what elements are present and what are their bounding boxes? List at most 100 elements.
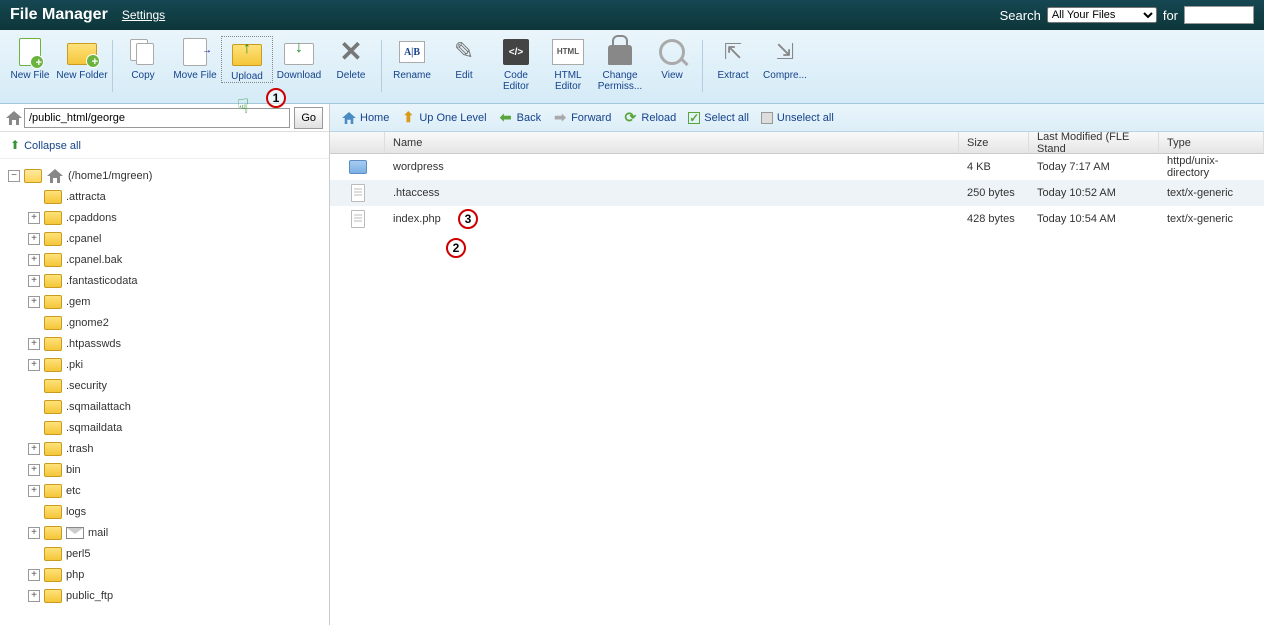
tree-item[interactable]: +.cpanel [4, 228, 325, 249]
col-name[interactable]: Name [385, 132, 959, 153]
tree-root[interactable]: − (/home1/mgreen) [4, 165, 325, 186]
tree-item[interactable]: .sqmailattach [4, 396, 325, 417]
tree-item-label: .htpasswds [66, 338, 121, 350]
search-input[interactable] [1184, 6, 1254, 24]
tree-item-label: public_ftp [66, 590, 113, 602]
tree-item[interactable]: + .cpaddons [4, 207, 325, 228]
table-row[interactable]: .htaccess250 bytesToday 10:52 AMtext/x-g… [330, 180, 1264, 206]
table-row[interactable]: index.php428 bytesToday 10:54 AMtext/x-g… [330, 206, 1264, 232]
go-button[interactable]: Go [294, 107, 323, 129]
folder-open-icon [24, 169, 42, 183]
change-permissions-button[interactable]: Change Permiss... [594, 36, 646, 92]
folder-icon [44, 337, 62, 351]
tree-item[interactable]: + .pki [4, 354, 325, 375]
expand-toggle[interactable]: + [28, 590, 40, 602]
expand-toggle[interactable]: + [28, 275, 40, 287]
folder-icon [44, 379, 62, 393]
code-editor-button[interactable]: </>Code Editor [490, 36, 542, 92]
tree-item-label: .cpaddons [66, 212, 117, 224]
mail-icon [66, 527, 84, 539]
new-folder-button[interactable]: New Folder [56, 36, 108, 81]
copy-button[interactable]: Copy [117, 36, 169, 81]
html-editor-button[interactable]: HTMLHTML Editor [542, 36, 594, 92]
compress-icon: ⇲ [776, 40, 794, 64]
delete-button[interactable]: ✕Delete [325, 36, 377, 81]
col-icon[interactable] [330, 132, 385, 153]
collapse-all-button[interactable]: ⬆Collapse all [0, 132, 329, 159]
settings-link[interactable]: Settings [122, 8, 165, 22]
view-button[interactable]: View [646, 36, 698, 81]
tree-item[interactable]: + etc [4, 480, 325, 501]
for-label: for [1163, 8, 1178, 23]
expand-toggle[interactable]: + [28, 254, 40, 266]
expand-toggle[interactable]: + [28, 359, 40, 371]
tree-item[interactable]: + .htpasswds [4, 333, 325, 354]
expand-toggle[interactable]: + [28, 296, 40, 308]
home-button[interactable]: Home [338, 109, 393, 127]
forward-button[interactable]: ➡Forward [549, 109, 615, 127]
tree-item[interactable]: .gnome2 [4, 312, 325, 333]
reload-icon: ⟳ [623, 111, 637, 125]
select-all-button[interactable]: ✓Select all [684, 110, 753, 126]
col-modified[interactable]: Last Modified (FLE Stand [1029, 132, 1159, 153]
reload-button[interactable]: ⟳Reload [619, 109, 680, 127]
extract-button[interactable]: ⇱Extract [707, 36, 759, 81]
expand-toggle[interactable]: + [28, 443, 40, 455]
tree-root-label: (/home1/mgreen) [68, 170, 152, 182]
delete-icon: ✕ [339, 37, 362, 68]
tree-item[interactable]: +.fantasticodata [4, 270, 325, 291]
col-size[interactable]: Size [959, 132, 1029, 153]
extract-icon: ⇱ [724, 40, 742, 64]
expand-toggle[interactable]: − [8, 170, 20, 182]
tree-item[interactable]: +.trash [4, 438, 325, 459]
upload-button[interactable]: Upload [221, 36, 273, 83]
tree-item[interactable]: .attracta [4, 186, 325, 207]
tree-item[interactable]: +bin [4, 459, 325, 480]
tree-item[interactable]: + public_ftp [4, 585, 325, 606]
tree-item[interactable]: + .gem [4, 291, 325, 312]
tree-item[interactable]: .security [4, 375, 325, 396]
table-row[interactable]: wordpress4 KBToday 7:17 AMhttpd/unix-dir… [330, 154, 1264, 180]
col-type[interactable]: Type [1159, 132, 1264, 153]
path-input[interactable] [24, 108, 290, 128]
tree-item[interactable]: +.cpanel.bak [4, 249, 325, 270]
expand-toggle[interactable]: + [28, 569, 40, 581]
cell-size: 4 KB [959, 161, 1029, 173]
back-button[interactable]: ⬅Back [495, 109, 545, 127]
left-panel: Go ⬆Collapse all − (/home1/mgreen) .attr… [0, 104, 330, 625]
tree-item[interactable]: perl5 [4, 543, 325, 564]
cell-name: wordpress [385, 161, 959, 173]
expand-toggle [28, 317, 40, 329]
collapse-arrow-icon: ⬆ [10, 138, 20, 152]
new-file-icon [19, 38, 41, 66]
cell-type: httpd/unix-directory [1159, 155, 1264, 179]
new-file-button[interactable]: New File [4, 36, 56, 81]
expand-toggle[interactable]: + [28, 212, 40, 224]
tree-item[interactable]: logs [4, 501, 325, 522]
tree-item-label: etc [66, 485, 81, 497]
expand-toggle[interactable]: + [28, 485, 40, 497]
rename-button[interactable]: A|BRename [386, 36, 438, 81]
home-icon [46, 168, 64, 184]
folder-icon [44, 190, 62, 204]
tree-item[interactable]: +php [4, 564, 325, 585]
code-editor-icon: </> [503, 39, 529, 65]
expand-toggle[interactable]: + [28, 233, 40, 245]
expand-toggle[interactable]: + [28, 527, 40, 539]
tree-item-label: .sqmaildata [66, 422, 122, 434]
edit-button[interactable]: ✎Edit [438, 36, 490, 81]
tree-item[interactable]: .sqmaildata [4, 417, 325, 438]
unselect-all-button[interactable]: Unselect all [757, 110, 838, 126]
file-table-header: Name Size Last Modified (FLE Stand Type [330, 132, 1264, 154]
tree-item-label: .gem [66, 296, 90, 308]
search-scope-select[interactable]: All Your Files [1047, 7, 1157, 23]
download-button[interactable]: Download [273, 36, 325, 81]
compress-button[interactable]: ⇲Compre... [759, 36, 811, 81]
tree-item[interactable]: +mail [4, 522, 325, 543]
tree-item-label: .pki [66, 359, 83, 371]
up-one-level-button[interactable]: ⬆Up One Level [397, 109, 490, 127]
move-file-button[interactable]: Move File [169, 36, 221, 81]
expand-toggle[interactable]: + [28, 464, 40, 476]
cell-mod: Today 10:54 AM [1029, 213, 1159, 225]
expand-toggle[interactable]: + [28, 338, 40, 350]
